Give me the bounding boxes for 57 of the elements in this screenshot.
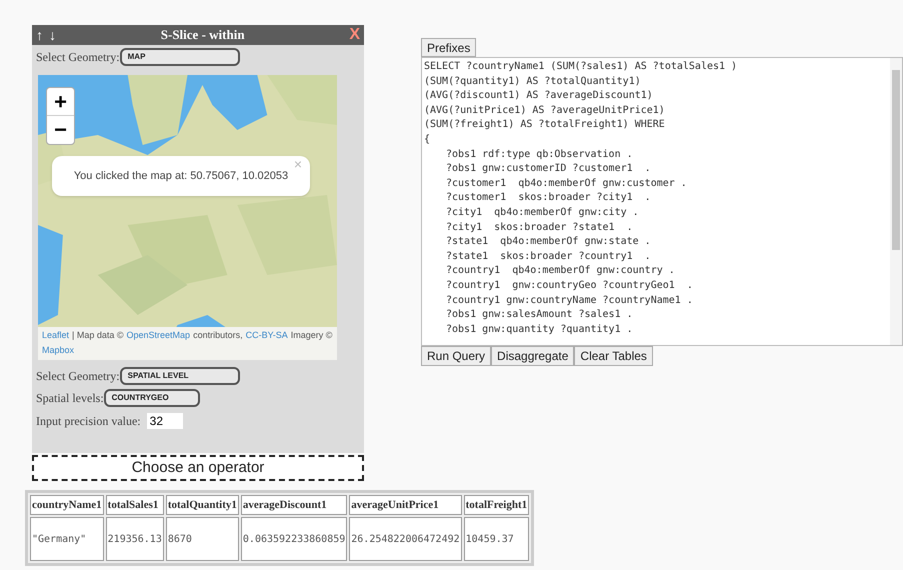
window-title: S-Slice - within xyxy=(160,26,246,44)
query-line: (SUM(?quantity1) AS ?totalQuantity1) xyxy=(424,74,641,89)
move-up-button[interactable]: ↑ xyxy=(36,28,43,42)
query-line: ?city1 qb4o:memberOf gnw:city . xyxy=(446,206,639,220)
attribution-text: Imagery © xyxy=(290,329,332,342)
table-cell: 26.254822006472492 xyxy=(349,517,462,561)
query-button[interactable]: Disaggregate xyxy=(491,346,574,366)
column-header: totalQuantity1 xyxy=(166,495,239,515)
field-label: Input precision value: xyxy=(36,413,141,430)
query-line: ?country1 gnw:countryName ?countryName1 . xyxy=(446,294,693,308)
query-line: SELECT ?countryName1 (SUM(?sales1) AS ?totalSales1 ) xyxy=(424,60,738,74)
query-line: ?customer1 skos:broader ?city1 . xyxy=(446,191,651,206)
column-header: totalFreight1 xyxy=(464,495,530,515)
query-line: { xyxy=(424,132,430,147)
query-line: ?obs1 gnw:quantity ?quantity1 . xyxy=(446,322,633,337)
attribution-text: contributors, xyxy=(193,329,243,342)
query-line: (SUM(?freight1) AS ?totalFreight1) WHERE xyxy=(424,118,665,132)
query-line: ?obs1 gnw:salesAmount ?sales1 . xyxy=(446,308,633,322)
query-line: ?state1 qb4o:memberOf gnw:state . xyxy=(446,235,651,250)
scrollbar[interactable] xyxy=(890,58,902,345)
operator-drop-zone[interactable]: Choose an operator xyxy=(32,455,364,481)
column-header: countryName1 xyxy=(30,495,104,515)
query-line: ?customer1 qb4o:memberOf gnw:customer . xyxy=(446,176,687,191)
select-field[interactable]: COUNTRYGEO xyxy=(104,389,200,407)
field-label: Select Geometry: xyxy=(36,368,120,385)
zoom-out-button[interactable]: − xyxy=(47,116,74,144)
table-cell: 10459.37 xyxy=(464,517,530,561)
column-header: averageDiscount1 xyxy=(240,495,348,515)
query-line: ?country1 gnw:countryGeo ?countryGeo1 . xyxy=(446,278,693,293)
attribution-link[interactable]: OpenStreetMap xyxy=(126,328,190,343)
select-field[interactable]: SPATIAL LEVEL xyxy=(120,367,240,385)
attribution-text: | Map data © xyxy=(72,329,124,342)
table-cell: "Germany" xyxy=(30,517,104,561)
column-header: totalSales1 xyxy=(106,495,164,515)
query-line: (AVG(?unitPrice1) AS ?averageUnitPrice1) xyxy=(424,104,665,118)
table-cell: 219356.13 xyxy=(106,517,164,561)
select-field[interactable]: MAP xyxy=(120,48,240,66)
field-label: Select Geometry: xyxy=(36,49,120,66)
query-line: ?obs1 rdf:type qb:Observation . xyxy=(446,148,633,162)
query-button[interactable]: Run Query xyxy=(421,346,492,366)
attribution-link[interactable]: Mapbox xyxy=(42,343,74,358)
query-line: ?city1 skos:broader ?state1 . xyxy=(446,220,633,235)
query-line: ?country1 qb4o:memberOf gnw:country . xyxy=(446,264,675,278)
zoom-in-button[interactable]: + xyxy=(47,88,74,116)
prefixes-button[interactable]: Prefixes xyxy=(421,38,476,57)
precision-field[interactable]: 32 xyxy=(146,413,183,429)
query-line: (AVG(?discount1) AS ?averageDiscount1) xyxy=(424,89,653,104)
field-label: Spatial levels: xyxy=(36,390,104,407)
table-cell: 8670 xyxy=(166,517,239,561)
query-text-area[interactable] xyxy=(421,57,903,346)
query-line: ?state1 skos:broader ?country1 . xyxy=(446,250,651,264)
query-button[interactable]: Clear Tables xyxy=(574,346,653,366)
query-line: ?obs1 gnw:customerID ?customer1 . xyxy=(446,162,651,176)
table-cell: 0.063592233860859 xyxy=(240,517,348,561)
column-header: averageUnitPrice1 xyxy=(349,495,462,515)
popup-text: You clicked the map at: 50.75067, 10.02053 xyxy=(74,168,288,184)
move-down-button[interactable]: ↓ xyxy=(49,28,56,42)
